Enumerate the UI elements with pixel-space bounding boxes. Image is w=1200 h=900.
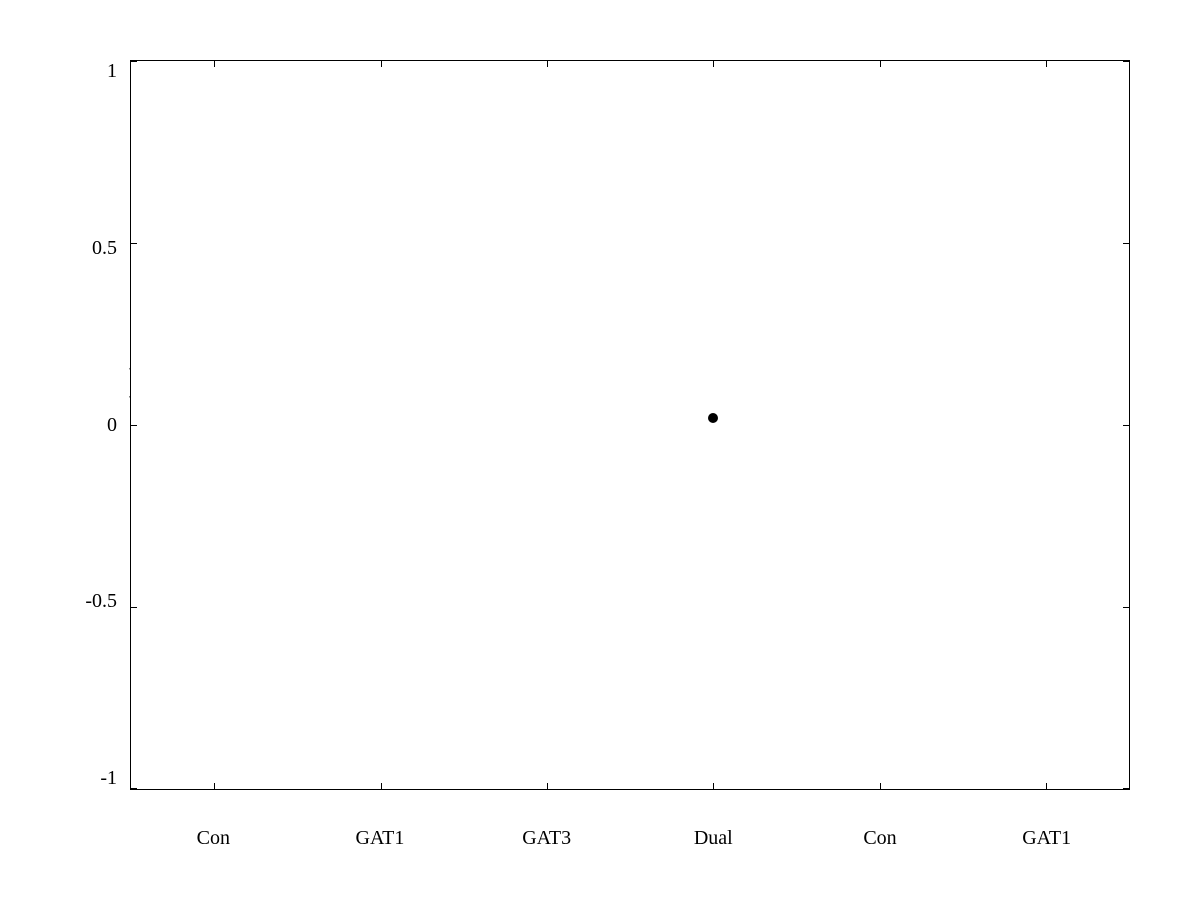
data-point-dual [708,413,718,423]
plot-area [130,60,1130,790]
chart-container: LTS time jitter (ms) 1 0.5 0 -0.5 -1 [0,0,1200,900]
y-tick-1: 1 [107,60,125,83]
chart-wrapper: LTS time jitter (ms) 1 0.5 0 -0.5 -1 [50,40,1150,860]
x-label-con1: Con [130,827,297,850]
x-label-dual: Dual [630,827,797,850]
x-label-gat1-2: GAT1 [963,827,1130,850]
x-label-con2: Con [797,827,964,850]
y-tick-05: 0.5 [92,237,125,260]
x-label-gat3: GAT3 [463,827,630,850]
x-label-gat1: GAT1 [297,827,464,850]
y-tick-0: 0 [107,414,125,437]
y-tick-labels: 1 0.5 0 -0.5 -1 [50,60,125,790]
y-tick-n05: -0.5 [85,590,125,613]
y-tick-n1: -1 [100,767,125,790]
x-axis-labels: Con GAT1 GAT3 Dual Con GAT1 [130,827,1130,850]
